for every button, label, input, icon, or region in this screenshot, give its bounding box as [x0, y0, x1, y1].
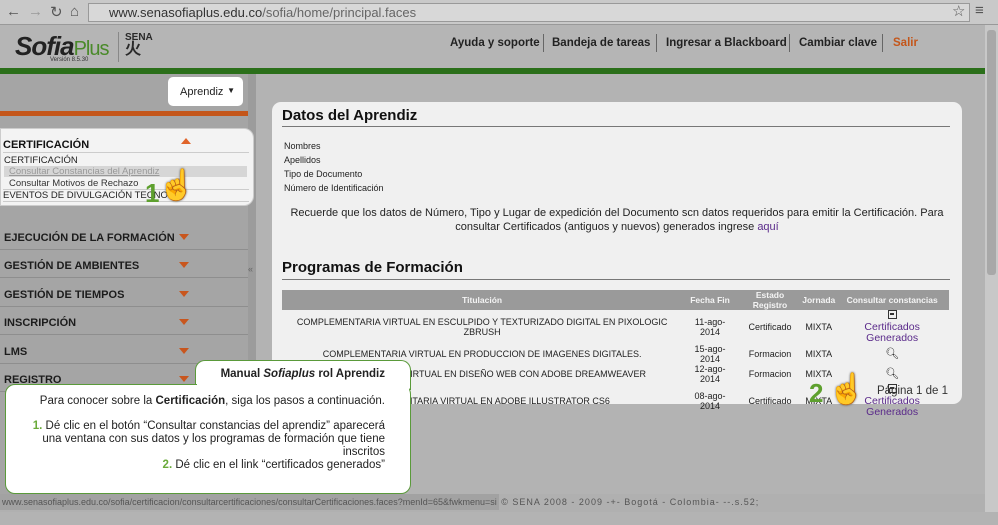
- search-icon[interactable]: 🔍︎: [885, 348, 899, 360]
- task-tray-link[interactable]: Bandeja de tareas: [552, 37, 650, 49]
- menu-ambientes[interactable]: GESTIÓN DE AMBIENTES: [0, 252, 248, 278]
- divider: [282, 126, 950, 127]
- table-row: COMPLEMENTARIA VIRTUAL EN ESCULPIDO Y TE…: [282, 310, 949, 344]
- role-select-value: Aprendiz: [180, 86, 224, 98]
- col-consultar: Consultar constancias: [835, 290, 949, 310]
- field-apellidos: Apellidos: [284, 155, 321, 165]
- blackboard-link[interactable]: Ingresar a Blackboard: [666, 37, 787, 49]
- notice-text: Recuerde que los datos de Número, Tipo y…: [290, 207, 944, 233]
- menu-inscripcion[interactable]: INSCRIPCIÓN: [0, 309, 248, 335]
- cell-fecha: 11-ago-2014: [694, 317, 726, 337]
- col-titulacion: Titulación: [282, 290, 683, 310]
- logout-link[interactable]: Salir: [893, 37, 918, 49]
- col-fecha-fin: Fecha Fin: [682, 290, 738, 310]
- cell-jornada: MIXTA: [805, 322, 833, 332]
- forward-icon[interactable]: →: [28, 3, 43, 20]
- cell-consultar: 🔍︎: [835, 344, 949, 364]
- cell-fecha: 12-ago-2014: [694, 364, 726, 384]
- divider: [282, 279, 950, 280]
- status-url: www.senasofiaplus.edu.co/sofia/certifica…: [0, 494, 499, 510]
- divider: [882, 34, 883, 52]
- cell-fecha: 15-ago-2014: [694, 344, 726, 364]
- col-estado: Estado Registro: [737, 290, 803, 310]
- cell-estado: Certificado: [748, 396, 792, 406]
- expand-arrow-icon: [179, 376, 189, 382]
- aqui-link[interactable]: aquí: [757, 221, 778, 233]
- version-label: Versión 8.5.30: [50, 57, 89, 63]
- document-icon[interactable]: [887, 310, 897, 319]
- menu-icon[interactable]: ≡: [975, 2, 984, 19]
- table-header: Titulación Fecha Fin Estado Registro Jor…: [282, 290, 949, 310]
- cell-estado: Certificado: [748, 322, 792, 332]
- field-tipo-documento: Tipo de Documento: [284, 169, 363, 179]
- back-icon[interactable]: ←: [6, 3, 21, 20]
- url-domain: www.senasofiaplus.edu.co: [109, 5, 263, 20]
- menu-tiempos[interactable]: GESTIÓN DE TIEMPOS: [0, 281, 248, 307]
- hand-pointer-icon: ☝: [828, 373, 866, 406]
- field-numero-identificacion: Número de Identificación: [284, 183, 384, 193]
- status-bar: www.senasofiaplus.edu.co/sofia/certifica…: [0, 494, 998, 512]
- expand-arrow-icon: [179, 262, 189, 268]
- expand-arrow-icon: [179, 348, 189, 354]
- cell-titulacion: COMPLEMENTARIA VIRTUAL EN ESCULPIDO Y TE…: [296, 317, 668, 337]
- callout-step1: 1. Dé clic en el botón “Consultar consta…: [32, 420, 385, 458]
- callout-step2: 2. Dé clic en el link “certificados gene…: [162, 459, 385, 471]
- reload-icon[interactable]: ↻: [50, 3, 63, 21]
- cell-fecha: 08-ago-2014: [694, 391, 726, 411]
- scrollbar-thumb[interactable]: [987, 30, 996, 275]
- sidebar-accent-bar: [0, 111, 248, 116]
- change-password-link[interactable]: Cambiar clave: [799, 37, 877, 49]
- divider: [656, 34, 657, 52]
- cell-estado: Formacion: [748, 349, 792, 359]
- col-jornada: Jornada: [802, 290, 836, 310]
- sena-logo: SENA ⽕: [118, 32, 153, 62]
- home-icon[interactable]: ⌂: [70, 3, 79, 20]
- divider: [789, 34, 790, 52]
- certificados-generados-link[interactable]: Certificados Generados: [864, 395, 919, 418]
- cell-jornada: MIXTA: [805, 349, 833, 359]
- url-path: /sofia/home/principal.faces: [262, 5, 417, 20]
- cell-estado: Formacion: [748, 369, 792, 379]
- address-bar[interactable]: www.senasofiaplus.edu.co/sofia/home/prin…: [88, 3, 970, 22]
- consultar-motivos-link[interactable]: Consultar Motivos de Rechazo: [4, 178, 138, 189]
- footer-text: © SENA 2008 - 2009 -+- Bogotá - Colombia…: [501, 497, 760, 507]
- expand-arrow-icon: [179, 234, 189, 240]
- step-number-2: 2: [809, 378, 824, 408]
- group-label: CERTIFICACIÓN: [4, 155, 78, 166]
- expand-arrow-icon: [179, 291, 189, 297]
- role-select[interactable]: Aprendiz ▼: [168, 77, 243, 106]
- search-icon[interactable]: 🔍︎: [885, 368, 899, 380]
- programas-title: Programas de Formación: [282, 259, 463, 276]
- instructions-callout: Para conocer sobre la Certificación, sig…: [5, 382, 411, 494]
- dropdown-arrow-icon: ▼: [227, 86, 235, 95]
- pagination: Página 1 de 1: [877, 385, 948, 397]
- certificados-generados-link[interactable]: Certificados Generados: [864, 321, 919, 344]
- menu-title: CERTIFICACIÓN: [3, 139, 90, 151]
- browser-toolbar: ← → ↻ ⌂ www.senasofiaplus.edu.co/sofia/h…: [0, 0, 998, 25]
- eventos-menu-item[interactable]: EVENTOS DE DIVULGACIÓN TECNOL...: [3, 189, 249, 202]
- cell-consultar: Certificados Generados: [835, 310, 949, 344]
- divider: [543, 34, 544, 52]
- menu-ejecucion[interactable]: EJECUCIÓN DE LA FORMACIÓN: [0, 224, 248, 250]
- callout-intro: Para conocer sobre la Certificación, sig…: [39, 395, 385, 407]
- bookmark-star-icon[interactable]: ☆: [952, 2, 965, 20]
- certificacion-header[interactable]: CERTIFICACIÓN: [3, 135, 249, 153]
- help-link[interactable]: Ayuda y soporte: [450, 37, 540, 49]
- collapse-arrow-icon[interactable]: [181, 138, 191, 144]
- field-nombres: Nombres: [284, 141, 321, 151]
- main-panel: Datos del Aprendiz Nombres Apellidos Tip…: [272, 102, 962, 418]
- consultar-constancias-link[interactable]: Consultar Constancias del Aprendiz: [4, 166, 247, 177]
- certificacion-menu: CERTIFICACIÓN CERTIFICACIÓN Consultar Co…: [0, 128, 254, 206]
- datos-title: Datos del Aprendiz: [282, 107, 418, 124]
- expand-arrow-icon: [179, 319, 189, 325]
- hand-pointer-icon: ☝: [158, 169, 196, 202]
